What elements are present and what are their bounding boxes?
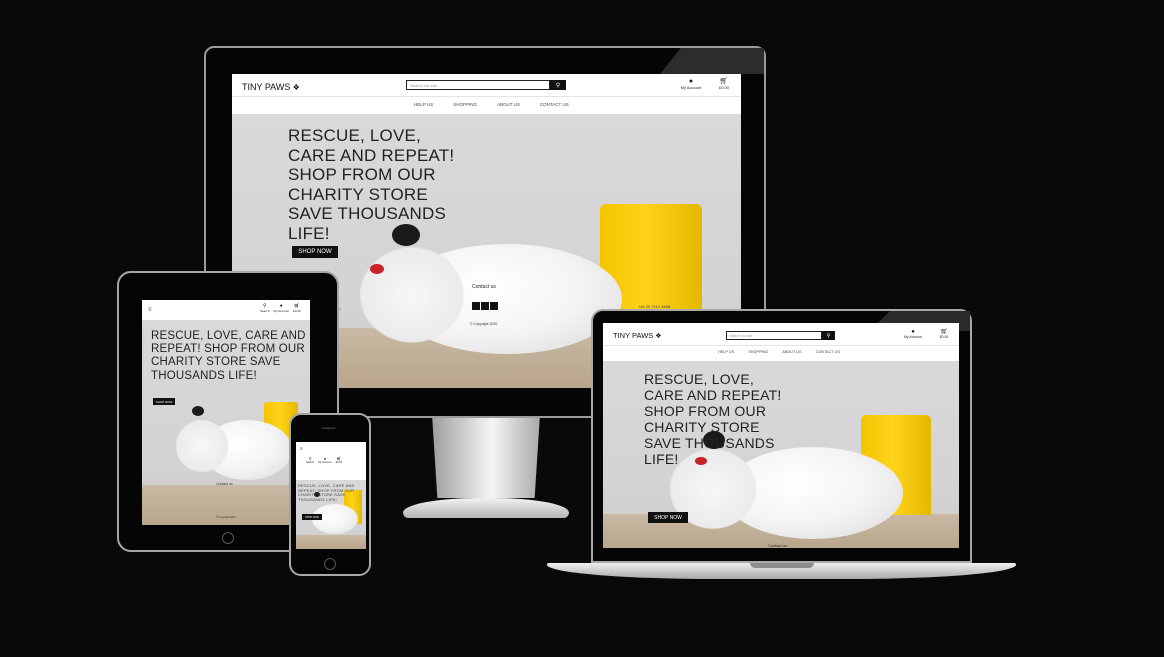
account-link[interactable]: ● My Account — [899, 329, 927, 339]
facebook-icon[interactable] — [472, 302, 480, 310]
nav-about-us[interactable]: ABOUT US — [497, 102, 520, 107]
brand-name: TINY PAWS — [613, 331, 654, 340]
nav-shopping[interactable]: SHOPPING — [748, 350, 768, 354]
paw-icon: ❖ — [290, 83, 300, 92]
footer-contact-title: Contact us — [216, 482, 233, 486]
shop-now-button[interactable]: SHOP NOW — [648, 512, 688, 523]
footer-contact-title: Contact us — [472, 284, 496, 290]
mobile-search-label: Search — [306, 461, 315, 464]
account-label: My Account — [903, 335, 923, 339]
hero-headline: RESCUE, LOVE, CARE AND REPEAT! SHOP FROM… — [151, 330, 306, 382]
hero-floor — [142, 485, 310, 525]
account-link[interactable]: ● My Account — [676, 78, 706, 90]
dog-body — [172, 416, 232, 476]
cart-link[interactable]: 🛒︎ £0.00 — [293, 303, 301, 313]
cart-total: £0.00 — [939, 335, 949, 339]
phone-screen: ≡ ⚲ Search ● My Account 🛒︎ £0.00 RESCUE, LO… — [296, 442, 366, 549]
tablet-home-button — [222, 532, 234, 544]
hamburger-icon[interactable]: ≡ — [148, 307, 152, 313]
cart-link[interactable]: 🛒︎ £0.00 — [933, 328, 955, 339]
laptop-screen: TINY PAWS ❖ Search our site ⚲ ● My Accou… — [603, 323, 959, 548]
phone-header-icons: ⚲ Search ● My Account 🛒︎ £0.00 — [306, 456, 342, 464]
hero-banner: RESCUE, LOVE, CARE AND REPEAT! SHOP FROM… — [142, 320, 310, 525]
nav-help-us[interactable]: HELP US — [718, 350, 734, 354]
search-button[interactable]: ⚲ — [550, 80, 566, 90]
cart-icon: 🛒︎ — [719, 78, 729, 85]
account-link[interactable]: ● My Account — [318, 456, 331, 464]
main-nav: HELP US SHOPPING ABOUT US CONTACT US — [414, 102, 569, 107]
cart-total: £0.00 — [718, 85, 729, 90]
header-divider — [232, 96, 741, 97]
linkedin-icon[interactable] — [490, 302, 498, 310]
footer-copyright: © Copyright 2020 — [216, 516, 236, 519]
account-label: My Account — [318, 461, 332, 464]
search-input[interactable]: Search our site — [726, 331, 822, 340]
main-nav: HELP US SHOPPING ABOUT US CONTACT US — [718, 350, 840, 354]
mobile-search-link[interactable]: ⚲ Search — [306, 456, 314, 464]
nav-contact-us[interactable]: CONTACT US — [540, 102, 569, 107]
monitor-stand — [432, 418, 540, 498]
dog-collar — [370, 264, 384, 274]
dog-head — [192, 406, 204, 416]
social-icons — [472, 302, 498, 310]
nav-help-us[interactable]: HELP US — [414, 102, 433, 107]
cart-total: £0.00 — [335, 461, 343, 464]
footer-copyright: © Copyright 2020 — [470, 322, 498, 326]
search-input[interactable]: Search our site — [406, 80, 550, 90]
paw-icon: ❖ — [653, 333, 662, 340]
nav-about-us[interactable]: ABOUT US — [782, 350, 801, 354]
shop-now-button[interactable]: SHOP NOW — [292, 246, 338, 258]
user-icon: ● — [688, 78, 694, 85]
brand-logo[interactable]: TINY PAWS ❖ — [613, 331, 662, 340]
search-button[interactable]: ⚲ — [822, 331, 835, 340]
hero-headline: RESCUE, LOVE, CARE AND REPEAT! SHOP FROM… — [298, 483, 355, 502]
footer-contact-title: Contact us — [768, 543, 788, 548]
phone-notch-label: Instagram — [322, 426, 336, 430]
shop-now-button[interactable]: SHOP NOW — [153, 398, 175, 405]
hero-banner: RESCUE, LOVE, CARE AND REPEAT! SHOP FROM… — [296, 480, 366, 549]
hero-headline: RESCUE, LOVE, CARE AND REPEAT! SHOP FROM… — [288, 126, 455, 243]
cart-total: £0.00 — [293, 309, 301, 313]
instagram-icon[interactable] — [481, 302, 489, 310]
brand-logo[interactable]: TINY PAWS ❖ — [242, 82, 300, 92]
account-label: My Account — [680, 85, 702, 90]
search-icon: ⚲ — [555, 82, 561, 89]
hero-banner: RESCUE, LOVE, CARE AND REPEAT! SHOP FROM… — [603, 361, 959, 548]
phone-home-button — [324, 558, 336, 570]
header-divider — [603, 345, 959, 346]
account-link[interactable]: ● My Account — [274, 303, 290, 313]
dog-body — [352, 240, 472, 350]
account-label: My Account — [273, 309, 290, 313]
mobile-search-label: Search — [260, 309, 270, 313]
tablet-header-icons: ⚲ Search ● My Account 🛒︎ £0.00 — [260, 303, 301, 313]
hero-headline: RESCUE, LOVE, CARE AND REPEAT! SHOP FROM… — [644, 371, 782, 468]
cart-link[interactable]: 🛒︎ £0.00 — [712, 77, 736, 90]
cart-icon: 🛒︎ — [940, 329, 948, 335]
nav-shopping[interactable]: SHOPPING — [453, 102, 477, 107]
shop-now-button[interactable]: SHOP NOW — [302, 514, 322, 520]
nav-contact-us[interactable]: CONTACT US — [816, 350, 840, 354]
monitor-base — [403, 498, 569, 518]
hero-floor — [296, 535, 366, 549]
laptop-notch — [750, 563, 814, 568]
cart-link[interactable]: 🛒︎ £0.00 — [336, 456, 343, 464]
search-icon: ⚲ — [826, 332, 831, 339]
tablet-screen: ≡ ⚲ Search ● My Account 🛒︎ £0.00 RESCUE, LO… — [142, 300, 310, 525]
mobile-search-link[interactable]: ⚲ Search — [260, 303, 270, 313]
hamburger-icon[interactable]: ≡ — [300, 446, 303, 452]
brand-name: TINY PAWS — [242, 82, 291, 92]
